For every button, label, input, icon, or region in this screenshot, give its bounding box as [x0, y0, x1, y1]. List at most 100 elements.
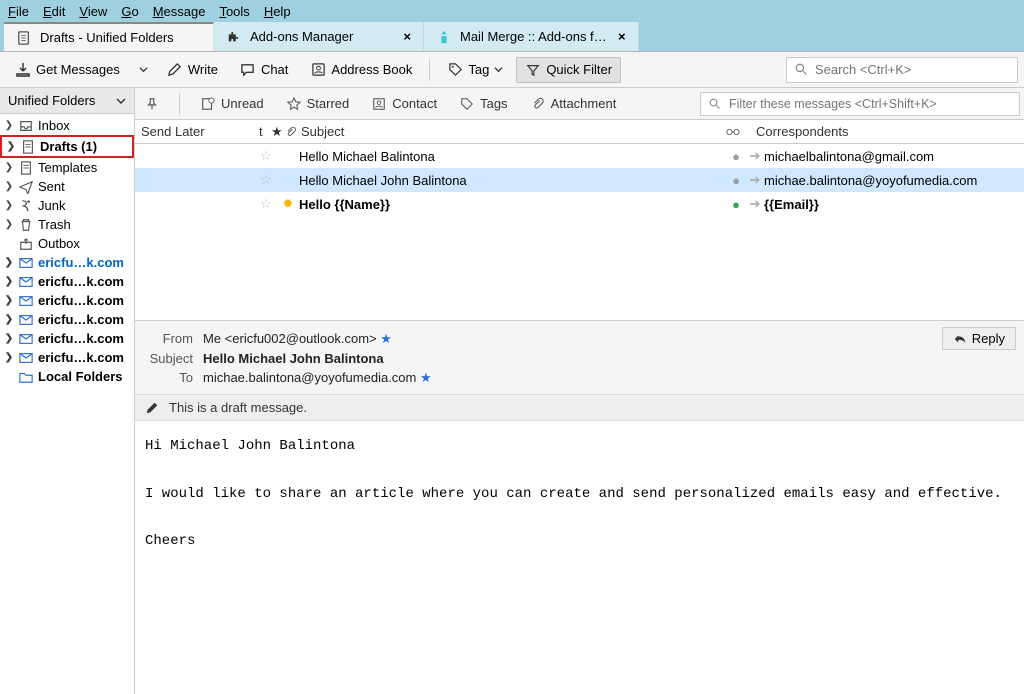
col-correspondents[interactable]: Correspondents: [750, 124, 1024, 139]
pin-button[interactable]: [139, 95, 165, 113]
folder-item-2[interactable]: ❯Templates: [0, 158, 134, 177]
tab-drafts[interactable]: Drafts - Unified Folders: [4, 22, 214, 51]
sidebar-header[interactable]: Unified Folders: [0, 88, 134, 114]
folder-label: Templates: [38, 160, 97, 175]
folder-item-13[interactable]: Local Folders: [0, 367, 134, 386]
menu-go[interactable]: Go: [121, 4, 138, 19]
message-list: ☆Hello Michael Balintona●➔michaelbalinto…: [135, 144, 1024, 320]
message-row[interactable]: ☆Hello Michael Balintona●➔michaelbalinto…: [135, 144, 1024, 168]
folder-item-12[interactable]: ❯ericfu…k.com: [0, 348, 134, 367]
attachment-icon: [530, 96, 546, 112]
new-icon: ✹: [279, 196, 297, 212]
folder-item-5[interactable]: ❯Trash: [0, 215, 134, 234]
filter-tags[interactable]: Tags: [453, 94, 513, 114]
star-icon[interactable]: ☆: [253, 148, 279, 164]
chevron-down-icon: [494, 65, 503, 74]
download-icon: [15, 62, 31, 78]
address-book-button[interactable]: Address Book: [301, 57, 421, 83]
search-icon: [707, 96, 723, 112]
menu-tools[interactable]: Tools: [219, 4, 249, 19]
folder-label: ericfu…k.com: [38, 255, 124, 270]
folder-label: ericfu…k.com: [38, 312, 124, 327]
folder-label: ericfu…k.com: [38, 350, 124, 365]
folder-item-6[interactable]: Outbox: [0, 234, 134, 253]
folder-item-11[interactable]: ❯ericfu…k.com: [0, 329, 134, 348]
get-messages-button[interactable]: Get Messages: [6, 57, 129, 83]
tab-label: Drafts - Unified Folders: [40, 30, 174, 45]
quick-filter-bar: Unread Starred Contact Tags Attachment: [135, 88, 1024, 120]
folder-label: Inbox: [38, 118, 70, 133]
menu-view[interactable]: View: [79, 4, 107, 19]
label: Contact: [392, 96, 437, 111]
col-attach[interactable]: [279, 126, 295, 138]
chat-icon: [240, 62, 256, 78]
filter-starred[interactable]: Starred: [280, 94, 356, 114]
folder-label: Local Folders: [38, 369, 123, 384]
menu-help[interactable]: Help: [264, 4, 291, 19]
write-button[interactable]: Write: [158, 57, 227, 83]
doc-icon: [20, 140, 36, 154]
star-icon[interactable]: ★: [420, 370, 432, 385]
status-dot: ●: [726, 197, 746, 212]
search-input[interactable]: [815, 62, 1011, 77]
env-icon: [18, 332, 34, 346]
menu-file[interactable]: File: [8, 4, 29, 19]
draft-notice: This is a draft message.: [135, 394, 1024, 421]
quick-filter-button[interactable]: Quick Filter: [516, 57, 621, 83]
chevron-right-icon: ❯: [4, 120, 14, 131]
outbox-icon: [18, 237, 34, 251]
tab-addons[interactable]: Add-ons Manager ×: [214, 22, 424, 51]
sent-icon: [18, 180, 34, 194]
col-thread[interactable]: t: [253, 124, 265, 139]
tab-label: Mail Merge :: Add-ons for Th: [460, 29, 610, 44]
folder-sidebar: Unified Folders ❯Inbox❯Drafts (1)❯Templa…: [0, 88, 135, 694]
filter-attachment[interactable]: Attachment: [524, 94, 623, 114]
unread-icon: [200, 96, 216, 112]
tab-label: Add-ons Manager: [250, 29, 353, 44]
main-toolbar: Get Messages Write Chat Address Book Tag…: [0, 52, 1024, 88]
reply-button[interactable]: Reply: [942, 327, 1016, 350]
tab-mailmerge[interactable]: Mail Merge :: Add-ons for Th ×: [424, 22, 639, 51]
folder-item-1[interactable]: ❯Drafts (1): [0, 135, 134, 158]
chat-button[interactable]: Chat: [231, 57, 297, 83]
filter-contact[interactable]: Contact: [365, 94, 443, 114]
folder-label: Drafts (1): [40, 139, 97, 154]
tag-button[interactable]: Tag: [438, 57, 512, 83]
menu-message[interactable]: Message: [153, 4, 206, 19]
message-preview-header: Reply FromMe <ericfu002@outlook.com> ★ S…: [135, 320, 1024, 394]
filter-input[interactable]: [729, 97, 1013, 111]
filter-unread[interactable]: Unread: [194, 94, 270, 114]
col-read[interactable]: [720, 128, 750, 136]
to-value: michae.balintona@yoyofumedia.com: [203, 370, 416, 385]
subject-label: Subject: [145, 351, 193, 366]
message-row[interactable]: ☆✹Hello {{Name}}●➔{{Email}}: [135, 192, 1024, 216]
message-row[interactable]: ☆Hello Michael John Balintona●➔michae.ba…: [135, 168, 1024, 192]
merge-icon: [436, 29, 452, 45]
folder-item-4[interactable]: ❯Junk: [0, 196, 134, 215]
star-icon[interactable]: ★: [380, 331, 392, 346]
folder-item-7[interactable]: ❯ericfu…k.com: [0, 253, 134, 272]
star-icon[interactable]: ☆: [253, 172, 279, 188]
env-icon: [18, 256, 34, 270]
filter-box[interactable]: [700, 92, 1020, 116]
folder-item-9[interactable]: ❯ericfu…k.com: [0, 291, 134, 310]
col-star[interactable]: ★: [265, 124, 279, 140]
menu-edit[interactable]: Edit: [43, 4, 65, 19]
folder-item-8[interactable]: ❯ericfu…k.com: [0, 272, 134, 291]
star-icon[interactable]: ☆: [253, 196, 279, 212]
close-icon[interactable]: ×: [618, 29, 626, 44]
label: Unread: [221, 96, 264, 111]
search-box[interactable]: [786, 57, 1018, 83]
folder-item-0[interactable]: ❯ Inbox: [0, 116, 134, 135]
col-subject[interactable]: Subject: [295, 124, 720, 139]
col-send-later[interactable]: Send Later: [135, 124, 253, 139]
folder-label: Trash: [38, 217, 71, 232]
message-subject: Hello Michael John Balintona: [297, 173, 726, 188]
folder-item-3[interactable]: ❯Sent: [0, 177, 134, 196]
chevron-right-icon: ❯: [4, 295, 14, 306]
folder-item-10[interactable]: ❯ericfu…k.com: [0, 310, 134, 329]
folder-label: Outbox: [38, 236, 80, 251]
close-icon[interactable]: ×: [403, 29, 411, 44]
get-messages-dropdown[interactable]: [133, 60, 154, 79]
contact-icon: [310, 62, 326, 78]
